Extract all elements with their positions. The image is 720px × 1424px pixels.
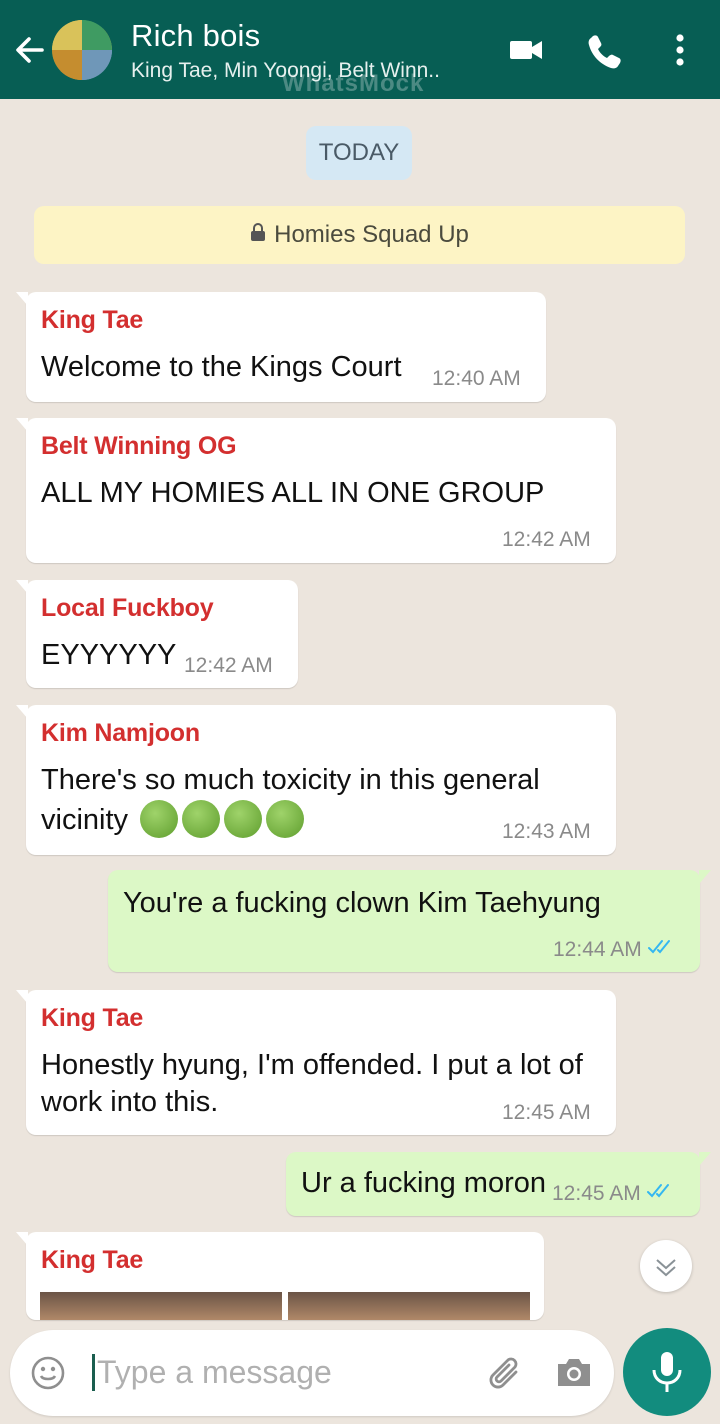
nauseated-face-emoji-icon: [140, 800, 179, 839]
outgoing-message-bubble[interactable]: Ur a fucking moron 12:45 AM: [286, 1152, 711, 1216]
message-bubble[interactable]: Kim Namjoon There's so much toxicity in …: [16, 705, 616, 855]
emoji-icon[interactable]: [30, 1355, 66, 1396]
message-time: 12:42 AM: [502, 528, 591, 551]
nauseated-face-emoji-icon: [266, 800, 305, 839]
message-text: ALL MY HOMIES ALL IN ONE GROUP: [41, 477, 545, 509]
message-text: Welcome to the Kings Court: [41, 351, 402, 383]
message-text-line-1: Honestly hyung, I'm offended. I put a lo…: [41, 1049, 583, 1081]
date-divider: TODAY: [306, 126, 412, 180]
sender-name: Kim Namjoon: [41, 719, 200, 747]
lock-icon: [250, 205, 266, 263]
more-options-icon[interactable]: [670, 28, 690, 72]
watermark: WhatsMock: [282, 70, 425, 97]
message-text: Ur a fucking moron: [301, 1167, 546, 1199]
chat-title[interactable]: Rich bois: [131, 18, 260, 54]
message-text: vicinity: [41, 804, 129, 836]
group-avatar[interactable]: [52, 20, 112, 80]
sender-name: King Tae: [41, 1004, 144, 1032]
read-ticks-icon: [647, 937, 674, 961]
message-text-line-1: There's so much toxicity in this general: [41, 764, 540, 796]
video-call-icon[interactable]: [508, 28, 544, 72]
chevron-down-icon: [656, 1259, 676, 1277]
message-bubble[interactable]: King Tae Welcome to the Kings Court 12:4…: [16, 292, 546, 402]
sender-name: Belt Winning OG: [41, 432, 237, 460]
app-bar: Rich bois King Tae, Min Yoongi, Belt Win…: [0, 0, 720, 99]
message-time: 12:43 AM: [502, 820, 591, 843]
photo-thumbnail[interactable]: [40, 1292, 282, 1320]
sender-name: Local Fuckboy: [41, 594, 214, 622]
attach-icon[interactable]: [486, 1352, 526, 1399]
mic-icon: [652, 1352, 682, 1392]
message-time: 12:42 AM: [184, 654, 273, 677]
sender-name: King Tae: [41, 1246, 144, 1274]
message-time-status: 12:45 AM: [552, 1182, 673, 1206]
group-encryption-notice[interactable]: Homies Squad Up: [34, 206, 685, 264]
nauseated-face-emoji-icon: [182, 800, 221, 839]
voice-message-button[interactable]: [623, 1328, 711, 1416]
message-time: 12:45 AM: [552, 1182, 641, 1205]
read-ticks-icon: [646, 1181, 673, 1205]
message-text: EYYYYYY: [41, 639, 177, 671]
outgoing-message-bubble[interactable]: You're a fucking clown Kim Taehyung 12:4…: [108, 870, 711, 972]
message-composer[interactable]: Type a message: [10, 1330, 614, 1416]
scroll-to-bottom-button[interactable]: [640, 1240, 692, 1292]
message-text-line-2: vicinity: [41, 800, 305, 840]
voice-call-icon[interactable]: [584, 28, 624, 72]
back-arrow-icon[interactable]: [12, 30, 48, 70]
message-bubble[interactable]: King Tae Honestly hyung, I'm offended. I…: [16, 990, 616, 1135]
photo-thumbnail[interactable]: [288, 1292, 530, 1320]
message-time-status: 12:44 AM: [553, 938, 674, 962]
group-notice-text: Homies Squad Up: [274, 221, 469, 248]
message-time: 12:45 AM: [502, 1101, 591, 1124]
message-time: 12:40 AM: [432, 367, 521, 390]
camera-icon[interactable]: [554, 1354, 594, 1397]
nauseated-face-emoji-icon: [224, 800, 263, 839]
message-time: 12:44 AM: [553, 938, 642, 961]
message-bubble[interactable]: King Tae: [16, 1232, 544, 1320]
message-bubble[interactable]: Belt Winning OG ALL MY HOMIES ALL IN ONE…: [16, 418, 616, 563]
message-text-line-2: work into this.: [41, 1086, 219, 1118]
message-input[interactable]: Type a message: [92, 1354, 332, 1391]
message-bubble[interactable]: Local Fuckboy EYYYYYY 12:42 AM: [16, 580, 298, 688]
message-text: You're a fucking clown Kim Taehyung: [123, 887, 601, 919]
sender-name: King Tae: [41, 306, 144, 334]
